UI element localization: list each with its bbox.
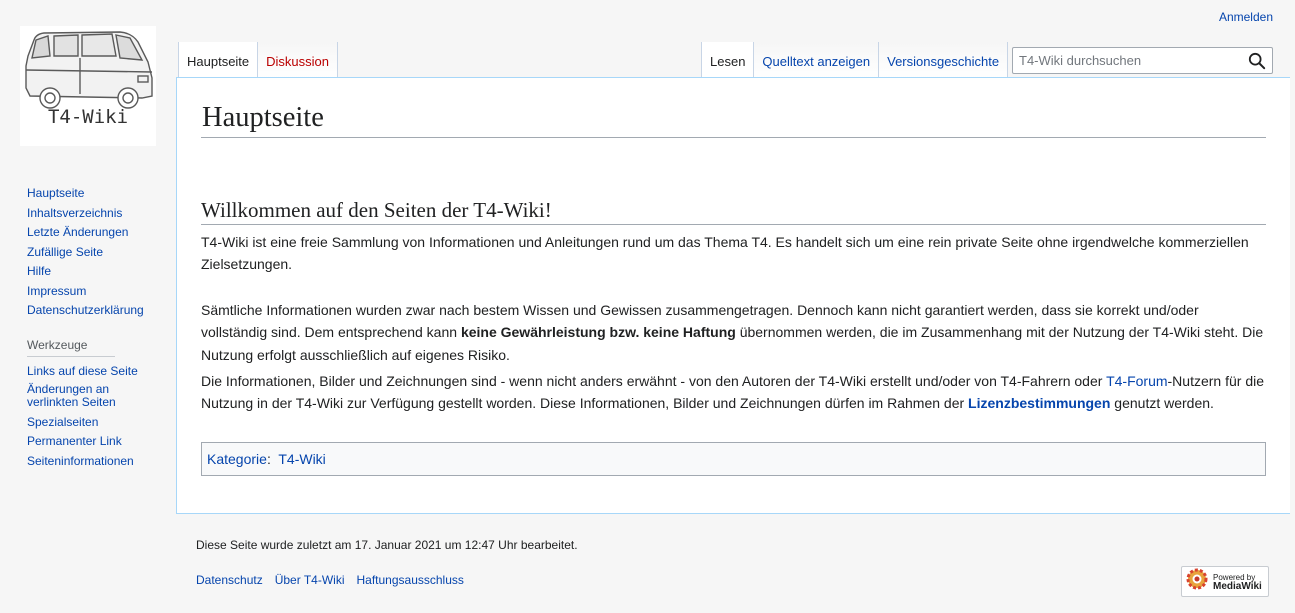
mediawiki-icon [1186, 568, 1208, 595]
sidebar-item-impressum[interactable]: Impressum [27, 284, 86, 298]
t4-forum-link[interactable]: T4-Forum [1106, 373, 1167, 389]
personal-tools: Anmelden [1219, 10, 1273, 24]
sidebar-navigation: Hauptseite Inhaltsverzeichnis Letzte Änd… [27, 183, 162, 320]
namespace-tabs: Hauptseite Diskussion [178, 42, 339, 78]
footer-links: Datenschutz Über T4-Wiki Haftungsausschl… [196, 573, 578, 587]
footer-link-datenschutz[interactable]: Datenschutz [196, 573, 263, 587]
sidebar-item-hilfe[interactable]: Hilfe [27, 264, 51, 278]
sidebar-item-inhaltsverzeichnis[interactable]: Inhaltsverzeichnis [27, 206, 122, 220]
disclaimer-paragraph: Sämtliche Informationen wurden zwar nach… [201, 299, 1266, 366]
tab-page-label: Hauptseite [187, 54, 250, 69]
tab-read-label: Lesen [710, 54, 746, 69]
tab-discussion[interactable]: Diskussion [258, 42, 339, 78]
license-text-c: genutzt werden. [1110, 395, 1214, 412]
search-box [1012, 47, 1273, 74]
section-heading: Willkommen auf den Seiten der T4-Wiki! [201, 197, 1266, 225]
sidebar-item-letzte-aenderungen[interactable]: Letzte Änderungen [27, 225, 128, 239]
login-link[interactable]: Anmelden [1219, 10, 1273, 24]
category-separator: : [266, 450, 271, 467]
sidebar-tools: Links auf diese Seite Änderungen an verl… [27, 361, 162, 471]
disclaimer-bold: keine Gewährleistung bzw. keine Haftung [460, 324, 736, 341]
sidebar-item-hauptseite[interactable]: Hauptseite [27, 186, 84, 200]
footer: Diese Seite wurde zuletzt am 17. Januar … [196, 538, 578, 587]
sidebar-item-permalink[interactable]: Permanenter Link [27, 434, 122, 448]
tools-heading: Werkzeuge [27, 338, 115, 357]
page-title: Hauptseite [201, 100, 1266, 138]
footer-link-about[interactable]: Über T4-Wiki [275, 573, 345, 587]
intro-paragraph: T4-Wiki ist eine freie Sammlung von Info… [201, 234, 1249, 273]
sidebar-item-specialpages[interactable]: Spezialseiten [27, 415, 98, 429]
view-tabs: Lesen Quelltext anzeigen Versionsgeschic… [701, 42, 1009, 78]
sidebar-item-datenschutzerklaerung[interactable]: Datenschutzerklärung [27, 303, 144, 317]
category-links: Kategorie: T4-Wiki [201, 441, 1266, 476]
tab-view-source-label: Quelltext anzeigen [762, 54, 871, 69]
site-logo[interactable]: T4-Wiki [20, 26, 156, 146]
license-paragraph: Die Informationen, Bilder und Zeichnunge… [201, 370, 1266, 415]
powered-by-line2: MediaWiki [1213, 580, 1262, 592]
tab-history-label: Versionsgeschichte [887, 54, 1000, 69]
license-text-a: Die Informationen, Bilder und Zeichnunge… [201, 373, 1107, 390]
category-label[interactable]: Kategorie [207, 451, 267, 467]
powered-by-mediawiki-badge[interactable]: Powered by MediaWiki [1181, 566, 1269, 597]
sidebar-item-whatlinkshere[interactable]: Links auf diese Seite [27, 364, 138, 378]
powered-by-text: Powered by MediaWiki [1213, 573, 1262, 592]
tab-view-source[interactable]: Quelltext anzeigen [754, 42, 880, 78]
search-input[interactable] [1013, 48, 1238, 73]
main-content: Hauptseite Willkommen auf den Seiten der… [176, 77, 1290, 514]
license-terms-link[interactable]: Lizenzbestimmungen [968, 395, 1110, 411]
tab-discussion-label: Diskussion [266, 54, 330, 69]
logo-text: T4-Wiki [47, 106, 129, 128]
tab-page[interactable]: Hauptseite [178, 42, 259, 78]
sidebar-item-pageinfo[interactable]: Seiteninformationen [27, 454, 134, 468]
body-content: Willkommen auf den Seiten der T4-Wiki! T… [201, 197, 1266, 476]
tab-history[interactable]: Versionsgeschichte [879, 42, 1009, 78]
sidebar-item-recentchangeslinked[interactable]: Änderungen an verlinkten Seiten [27, 383, 127, 409]
footer-link-disclaimer[interactable]: Haftungsausschluss [357, 573, 464, 587]
category-t4-wiki[interactable]: T4-Wiki [278, 451, 325, 467]
last-modified: Diese Seite wurde zuletzt am 17. Januar … [196, 538, 578, 552]
sidebar-item-zufaellige-seite[interactable]: Zufällige Seite [27, 245, 103, 259]
tab-read[interactable]: Lesen [701, 42, 755, 78]
sidebar: Hauptseite Inhaltsverzeichnis Letzte Änd… [27, 183, 162, 470]
search-icon[interactable] [1248, 52, 1266, 70]
